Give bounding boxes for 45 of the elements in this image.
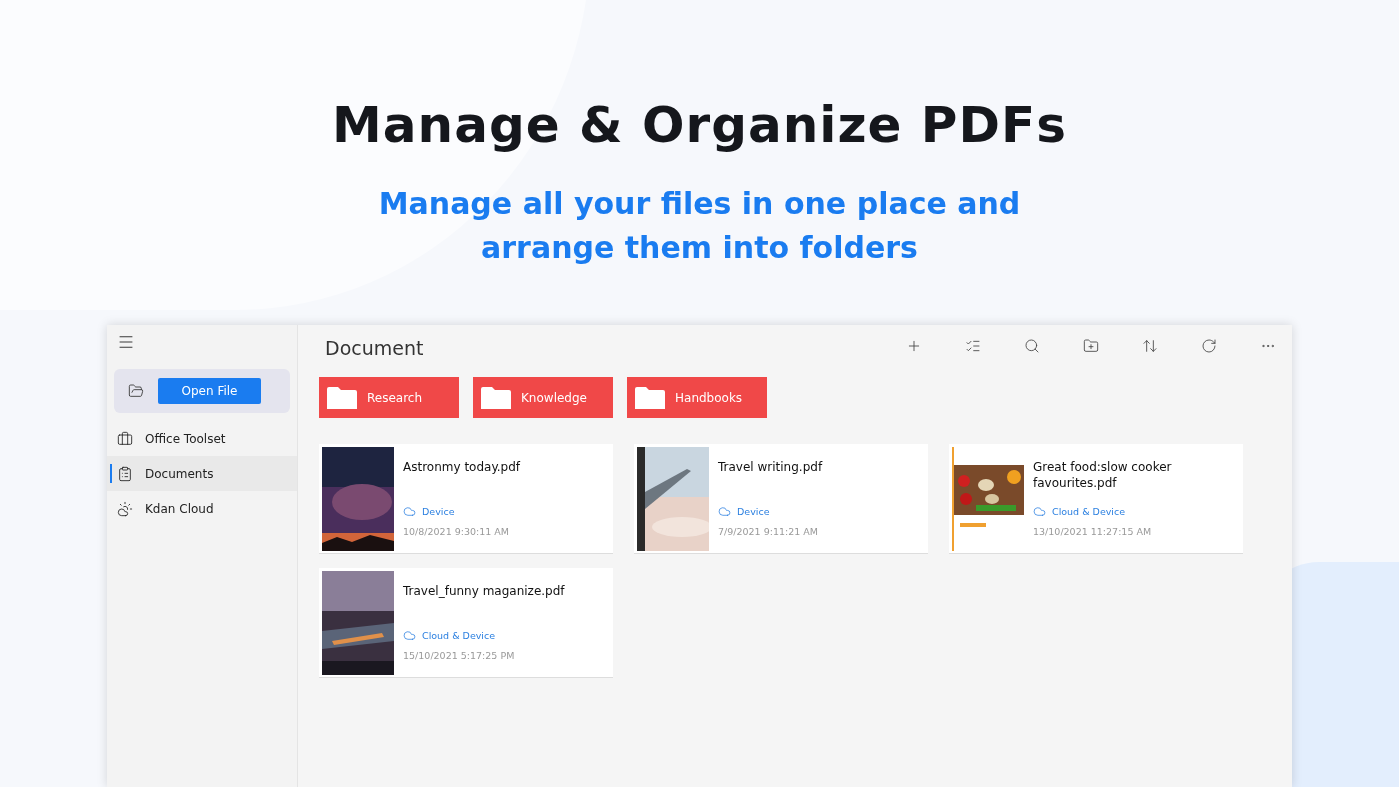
folder-tile[interactable]: Knowledge — [473, 377, 613, 418]
file-name: Travel writing.pdf — [718, 459, 824, 476]
file-location: Cloud & Device — [1052, 506, 1126, 517]
folder-icon — [128, 383, 144, 399]
file-name: Great food:slow cooker favourites.pdf — [1033, 459, 1173, 492]
page-title: Document — [325, 337, 424, 359]
file-card[interactable]: Astronmy today.pdf Device 10/8/2021 9:30:11 AM — [319, 444, 613, 554]
cloud-icon — [403, 505, 416, 518]
file-date: 13/10/2021 11:27:15 AM — [1033, 526, 1153, 537]
file-date: 15/10/2021 5:17:25 PM — [403, 650, 516, 661]
file-name: Travel_funny maganize.pdf — [403, 583, 566, 600]
subheadline: Manage all your files in one place and arrange them into folders — [377, 185, 1022, 267]
menu-icon[interactable] — [117, 333, 135, 351]
file-location: Cloud & Device — [422, 630, 496, 641]
headline: Manage & Organize PDFs — [332, 96, 1067, 154]
folder-tile[interactable]: Research — [319, 377, 459, 418]
sidebar-item[interactable]: Kdan Cloud — [107, 491, 297, 526]
sidebar-item-label: Office Toolset — [145, 431, 226, 446]
file-card[interactable]: Great food:slow cooker favourites.pdf Cloud & Device 13/10/2021 11:27:15 AM — [949, 444, 1243, 554]
open-file-button[interactable]: Open File — [158, 378, 261, 404]
folder-icon — [481, 386, 511, 409]
cloud-icon — [718, 505, 731, 518]
folder-icon — [327, 386, 357, 409]
file-date: 7/9/2021 9:11:21 AM — [718, 526, 820, 537]
clipboard-icon — [117, 465, 133, 482]
file-location: Device — [422, 506, 455, 517]
folder-tile[interactable]: Handbooks — [627, 377, 767, 418]
file-card[interactable]: Travel_funny maganize.pdf Cloud & Device 15/10/2021 5:17:25 PM — [319, 568, 613, 678]
briefcase-icon — [117, 430, 133, 447]
cloud-icon — [117, 500, 133, 517]
file-card[interactable]: Travel writing.pdf Device 7/9/2021 9:11:21 AM — [634, 444, 928, 554]
refresh-icon[interactable] — [1201, 338, 1219, 356]
file-location: Device — [737, 506, 770, 517]
file-date: 10/8/2021 9:30:11 AM — [403, 526, 511, 537]
folder-name: Handbooks — [675, 390, 743, 405]
sidebar-item[interactable]: Office Toolset — [107, 421, 297, 456]
sidebar-item[interactable]: Documents — [107, 456, 297, 491]
folder-name: Knowledge — [521, 390, 587, 405]
sidebar-item-label: Documents — [145, 466, 214, 481]
folder-icon — [635, 386, 665, 409]
sidebar-item-label: Kdan Cloud — [145, 501, 214, 516]
cloud-icon — [1033, 505, 1046, 518]
folder-name: Research — [367, 390, 423, 405]
cloud-icon — [403, 629, 416, 642]
file-name: Astronmy today.pdf — [403, 459, 522, 476]
